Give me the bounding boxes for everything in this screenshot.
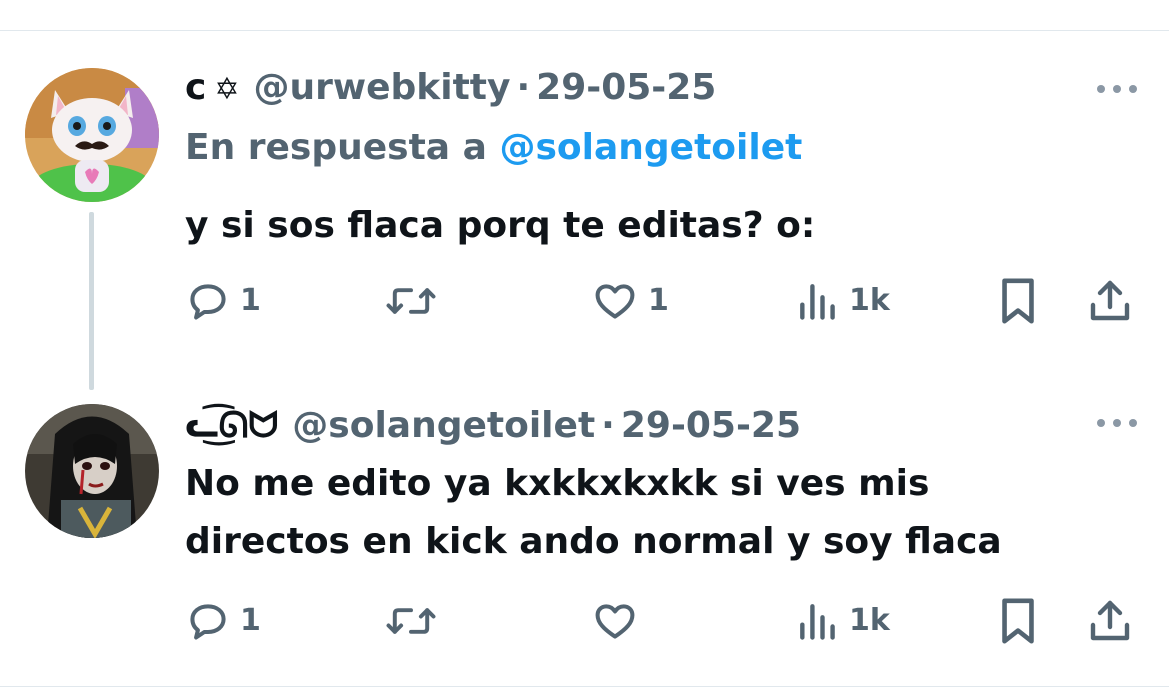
reply-icon bbox=[190, 284, 226, 320]
retweet-icon bbox=[386, 288, 436, 314]
action-bar: 1 1 1k bbox=[0, 276, 1169, 326]
tweet-text: No me edito ya kxkkxkxkk si ves mis dire… bbox=[185, 455, 1002, 571]
tweet-text-line: directos en kick ando normal y soy flaca bbox=[185, 521, 1002, 562]
views-button[interactable]: 1k bbox=[795, 276, 890, 326]
tweet-2[interactable]: ᓚ͜͡ᘏᗢ @solangetoilet · 29-05-25 No me ed… bbox=[0, 391, 1169, 686]
share-icon bbox=[1090, 280, 1130, 321]
retweet-button[interactable] bbox=[384, 276, 438, 326]
views-count: 1k bbox=[849, 603, 890, 638]
tweet-header: ᓚ͜͡ᘏᗢ @solangetoilet · 29-05-25 bbox=[185, 404, 801, 448]
separator-dot: · bbox=[516, 67, 531, 108]
reply-mention-link[interactable]: @solangetoilet bbox=[499, 127, 802, 168]
display-name[interactable]: c bbox=[185, 66, 206, 110]
avatar-urwebkitty[interactable] bbox=[25, 68, 159, 202]
name-symbol: ✡︎ bbox=[214, 72, 240, 107]
bookmark-button[interactable] bbox=[998, 276, 1038, 326]
avatar-solangetoilet[interactable] bbox=[25, 404, 159, 538]
views-icon bbox=[800, 284, 835, 320]
bottom-divider bbox=[0, 686, 1169, 687]
bookmark-icon bbox=[1002, 598, 1034, 644]
reply-icon bbox=[190, 604, 226, 640]
tweet-header: c ✡︎ @urwebkitty · 29-05-25 bbox=[185, 66, 716, 112]
views-button[interactable]: 1k bbox=[795, 596, 890, 646]
like-button[interactable] bbox=[592, 596, 638, 646]
share-icon bbox=[1090, 600, 1130, 641]
more-icon[interactable] bbox=[1097, 79, 1137, 99]
retweet-button[interactable] bbox=[384, 596, 438, 646]
reply-prefix: En respuesta a bbox=[185, 127, 487, 168]
separator-dot: · bbox=[601, 405, 615, 446]
tweet-1[interactable]: c ✡︎ @urwebkitty · 29-05-25 En respuesta… bbox=[0, 31, 1169, 391]
like-count: 1 bbox=[648, 283, 669, 318]
views-icon bbox=[800, 604, 835, 640]
share-button[interactable] bbox=[1086, 276, 1134, 326]
reply-count: 1 bbox=[240, 283, 261, 318]
retweet-icon bbox=[386, 608, 436, 634]
tweet-date[interactable]: 29-05-25 bbox=[536, 66, 716, 110]
bookmark-button[interactable] bbox=[998, 596, 1038, 646]
share-button[interactable] bbox=[1086, 596, 1134, 646]
tweet-date[interactable]: 29-05-25 bbox=[621, 404, 801, 448]
more-icon[interactable] bbox=[1097, 413, 1137, 433]
views-count: 1k bbox=[849, 283, 890, 318]
tweet-text-line: y si sos flaca porq te editas? o: bbox=[185, 205, 816, 246]
reply-button[interactable]: 1 bbox=[186, 596, 261, 646]
reply-count: 1 bbox=[240, 603, 261, 638]
user-handle[interactable]: @urwebkitty bbox=[253, 66, 510, 110]
action-bar: 1 1k bbox=[0, 596, 1169, 646]
reply-context: En respuesta a @solangetoilet bbox=[185, 126, 802, 170]
bookmark-icon bbox=[1002, 278, 1034, 324]
display-name[interactable]: ᓚ͜͡ᘏᗢ bbox=[185, 404, 278, 448]
tweet-text-line: No me edito ya kxkkxkxkk si ves mis bbox=[185, 463, 930, 504]
user-handle[interactable]: @solangetoilet bbox=[292, 404, 595, 448]
like-icon bbox=[595, 284, 635, 319]
reply-button[interactable]: 1 bbox=[186, 276, 261, 326]
like-button[interactable]: 1 bbox=[592, 276, 669, 326]
like-icon bbox=[595, 604, 635, 639]
tweet-text: y si sos flaca porq te editas? o: bbox=[185, 197, 815, 255]
